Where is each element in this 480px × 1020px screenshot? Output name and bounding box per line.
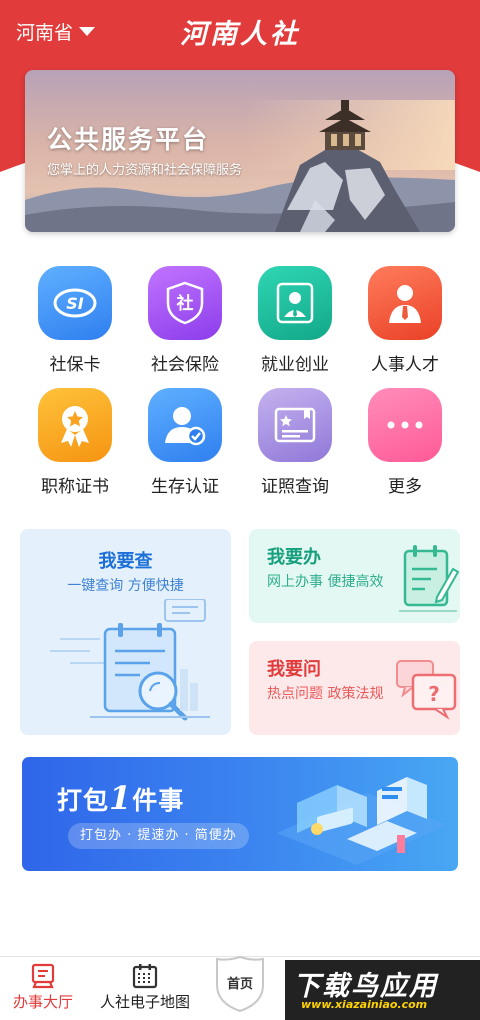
service-label: 就业创业 xyxy=(261,355,329,375)
service-label: 职称证书 xyxy=(41,477,109,497)
promo-tagline: 打包办 · 提速办 · 简便办 xyxy=(68,823,249,849)
hero-banner[interactable]: 公共服务平台 您掌上的人力资源和社会保障服务 xyxy=(25,70,455,232)
service-social-security-card[interactable]: SI 社保卡 xyxy=(20,266,130,375)
watermark-url: www.xiazainiao.com xyxy=(301,998,428,1011)
card-query[interactable]: 我要查 一键查询 方便快捷 xyxy=(20,529,231,735)
isometric-office-illustration xyxy=(277,777,447,865)
promo-title: 打包1件事 xyxy=(57,779,184,817)
service-label: 社会保险 xyxy=(151,355,219,375)
card-handle-title: 我要办 xyxy=(267,547,321,568)
tab-home-label: 首页 xyxy=(226,977,253,992)
banner-subtitle: 您掌上的人力资源和社会保障服务 xyxy=(47,163,243,178)
app-title: 河南人社 xyxy=(180,19,300,50)
shield-badge-icon: 社 xyxy=(148,266,222,340)
service-survival-auth[interactable]: 生存认证 xyxy=(130,388,240,497)
card-ask-subtitle: 热点问题 政策法规 xyxy=(267,686,384,702)
question-chat-icon: ? xyxy=(396,660,457,720)
service-label: 人事人才 xyxy=(371,355,439,375)
promo-title-before: 打包 xyxy=(57,786,110,815)
tab-hall[interactable]: 办事大厅 xyxy=(10,963,76,1012)
svg-text:?: ? xyxy=(428,682,440,706)
service-label: 证照查询 xyxy=(261,477,329,497)
card-ask-title: 我要问 xyxy=(267,659,321,680)
svg-text:SI: SI xyxy=(66,294,84,313)
calendar-grid-icon xyxy=(132,964,158,989)
promo-banner[interactable]: 打包1件事 打包办 · 提速办 · 简便办 xyxy=(22,757,458,871)
service-title-certificate[interactable]: 职称证书 xyxy=(20,388,130,497)
card-handle[interactable]: 我要办 网上办事 便捷高效 xyxy=(249,529,460,623)
person-tie-icon xyxy=(368,266,442,340)
banner-title: 公共服务平台 xyxy=(47,125,210,154)
tab-home[interactable]: 首页 xyxy=(213,955,267,1013)
more-dots-icon xyxy=(368,388,442,462)
service-more[interactable]: 更多 xyxy=(350,388,460,497)
service-personnel[interactable]: 人事人才 xyxy=(350,266,460,375)
card-handle-subtitle: 网上办事 便捷高效 xyxy=(267,574,384,590)
certificate-icon xyxy=(258,388,332,462)
promo-title-after: 件事 xyxy=(132,786,185,815)
award-medal-icon xyxy=(38,388,112,462)
watermark-logo: 下载鸟应用 www.xiazainiao.com xyxy=(285,960,480,1020)
service-label: 更多 xyxy=(388,477,422,497)
card-query-subtitle: 一键查询 方便快捷 xyxy=(67,578,184,594)
service-license-query[interactable]: 证照查询 xyxy=(240,388,350,497)
tab-hall-label: 办事大厅 xyxy=(12,993,73,1011)
service-label: 社保卡 xyxy=(49,355,101,375)
svg-text:社: 社 xyxy=(176,293,194,314)
calendar-search-icon xyxy=(50,599,210,721)
service-label: 生存认证 xyxy=(151,477,219,497)
promo-title-number: 1 xyxy=(109,779,133,817)
hall-icon xyxy=(31,963,55,989)
social-security-card-icon: SI xyxy=(38,266,112,340)
tab-map[interactable]: 人社电子地图 xyxy=(95,963,195,1012)
tab-map-label: 人社电子地图 xyxy=(99,993,190,1011)
service-social-insurance[interactable]: 社 社会保险 xyxy=(130,266,240,375)
user-verified-icon xyxy=(148,388,222,462)
clipboard-pen-icon xyxy=(399,545,459,612)
card-query-title: 我要查 xyxy=(98,551,153,572)
worker-id-icon xyxy=(258,266,332,340)
service-employment[interactable]: 就业创业 xyxy=(240,266,350,375)
card-ask[interactable]: 我要问 热点问题 政策法规 ? xyxy=(249,641,460,735)
